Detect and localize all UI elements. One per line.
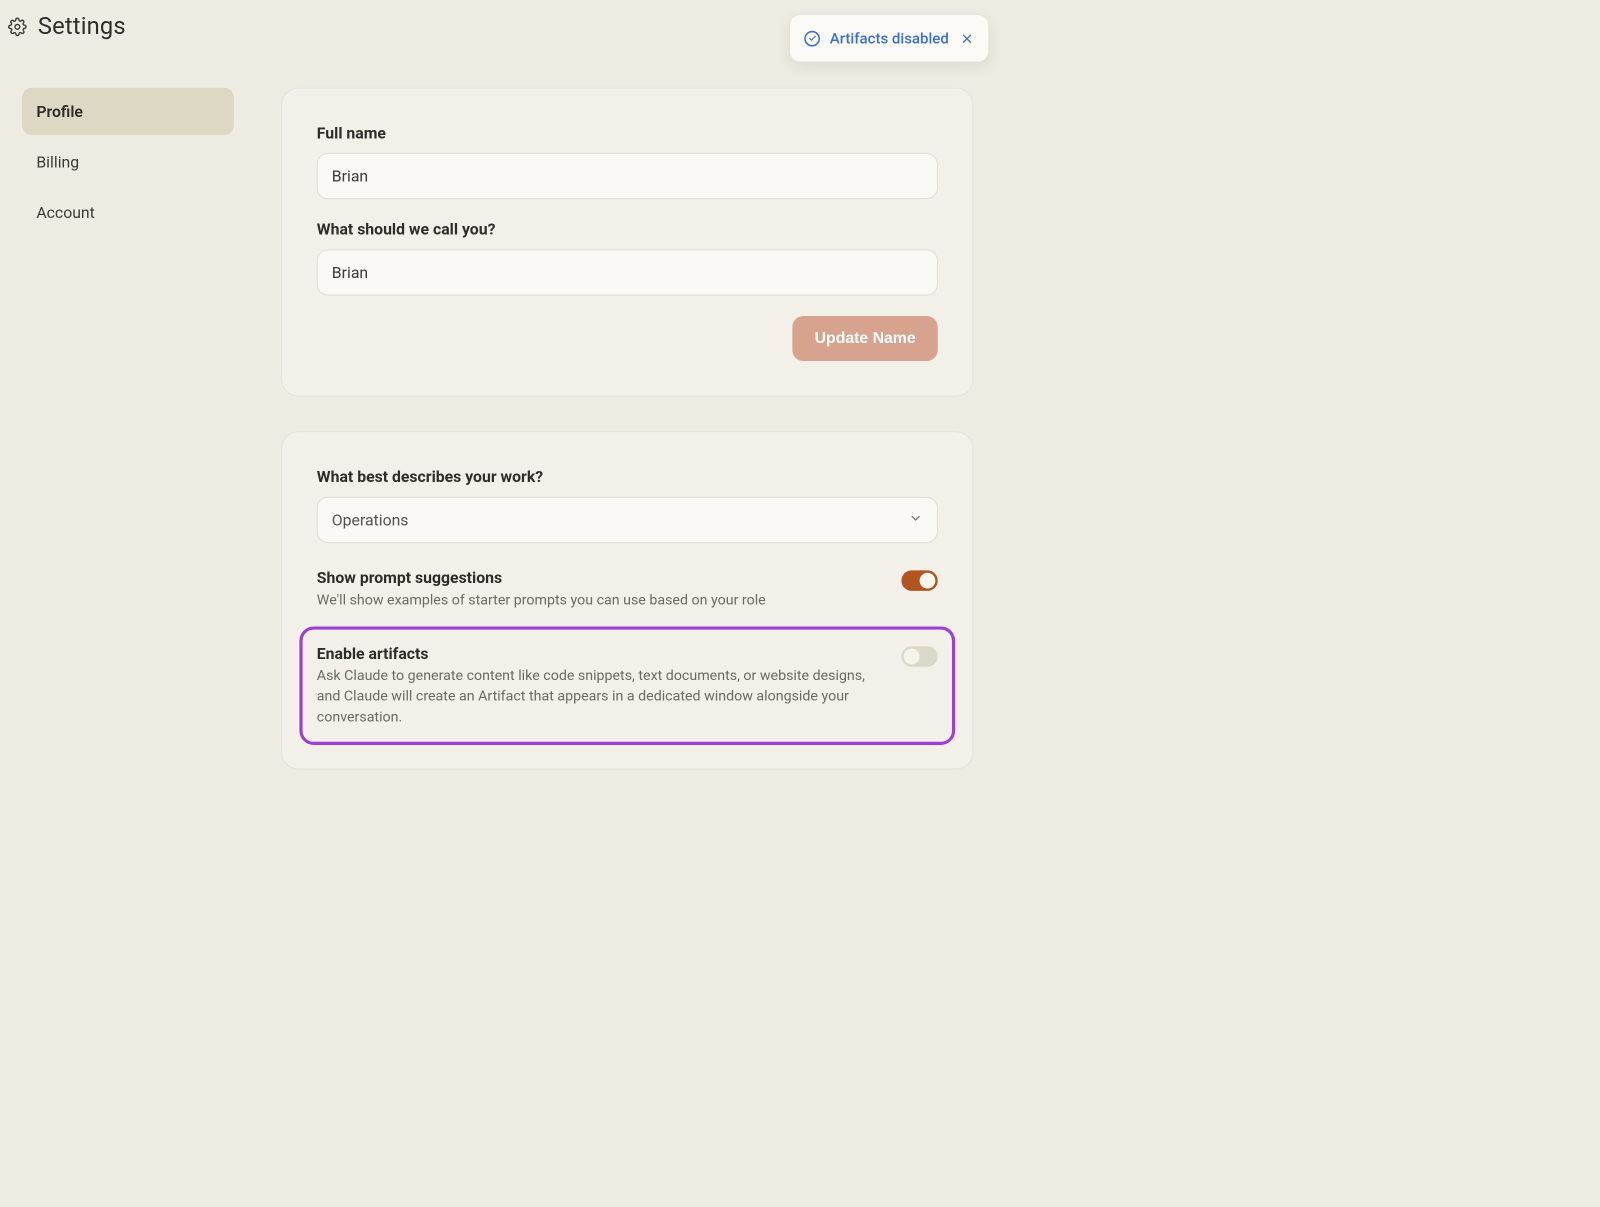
work-select-value: Operations: [332, 510, 409, 529]
preferences-card: What best describes your work? Operation…: [281, 431, 973, 769]
sidebar-item-profile[interactable]: Profile: [22, 88, 234, 135]
page-title: Settings: [38, 13, 126, 41]
prompt-suggestions-desc: We'll show examples of starter prompts y…: [317, 590, 878, 611]
settings-sidebar: Profile Billing Account: [22, 88, 234, 805]
full-name-label: Full name: [317, 123, 938, 142]
gear-icon: [8, 17, 27, 36]
nickname-input[interactable]: [317, 250, 938, 296]
sidebar-item-account[interactable]: Account: [22, 189, 234, 236]
update-name-button[interactable]: Update Name: [793, 316, 938, 361]
artifacts-desc: Ask Claude to generate content like code…: [317, 666, 878, 728]
toggle-knob: [904, 649, 920, 665]
artifacts-row: Enable artifacts Ask Claude to generate …: [317, 644, 938, 728]
prompt-suggestions-toggle[interactable]: [901, 570, 937, 591]
nickname-label: What should we call you?: [317, 220, 938, 239]
sidebar-item-billing[interactable]: Billing: [22, 138, 234, 185]
toggle-knob: [920, 573, 936, 589]
full-name-input[interactable]: [317, 153, 938, 199]
work-select[interactable]: Operations: [317, 497, 938, 543]
prompt-suggestions-title: Show prompt suggestions: [317, 568, 878, 587]
toast-message: Artifacts disabled: [830, 29, 949, 47]
work-describe-label: What best describes your work?: [317, 467, 938, 486]
chevron-down-icon: [909, 510, 923, 529]
sidebar-item-label: Billing: [36, 152, 79, 171]
artifacts-title: Enable artifacts: [317, 644, 878, 663]
check-circle-icon: [805, 30, 821, 46]
name-card: Full name What should we call you? Updat…: [281, 88, 973, 397]
artifacts-highlight: Enable artifacts Ask Claude to generate …: [299, 627, 955, 746]
artifacts-toggle[interactable]: [901, 646, 937, 667]
prompt-suggestions-row: Show prompt suggestions We'll show examp…: [317, 568, 938, 611]
toast-notification: Artifacts disabled: [790, 14, 990, 62]
toast-close-button[interactable]: [960, 31, 974, 45]
sidebar-item-label: Account: [36, 203, 94, 222]
sidebar-item-label: Profile: [36, 102, 83, 121]
